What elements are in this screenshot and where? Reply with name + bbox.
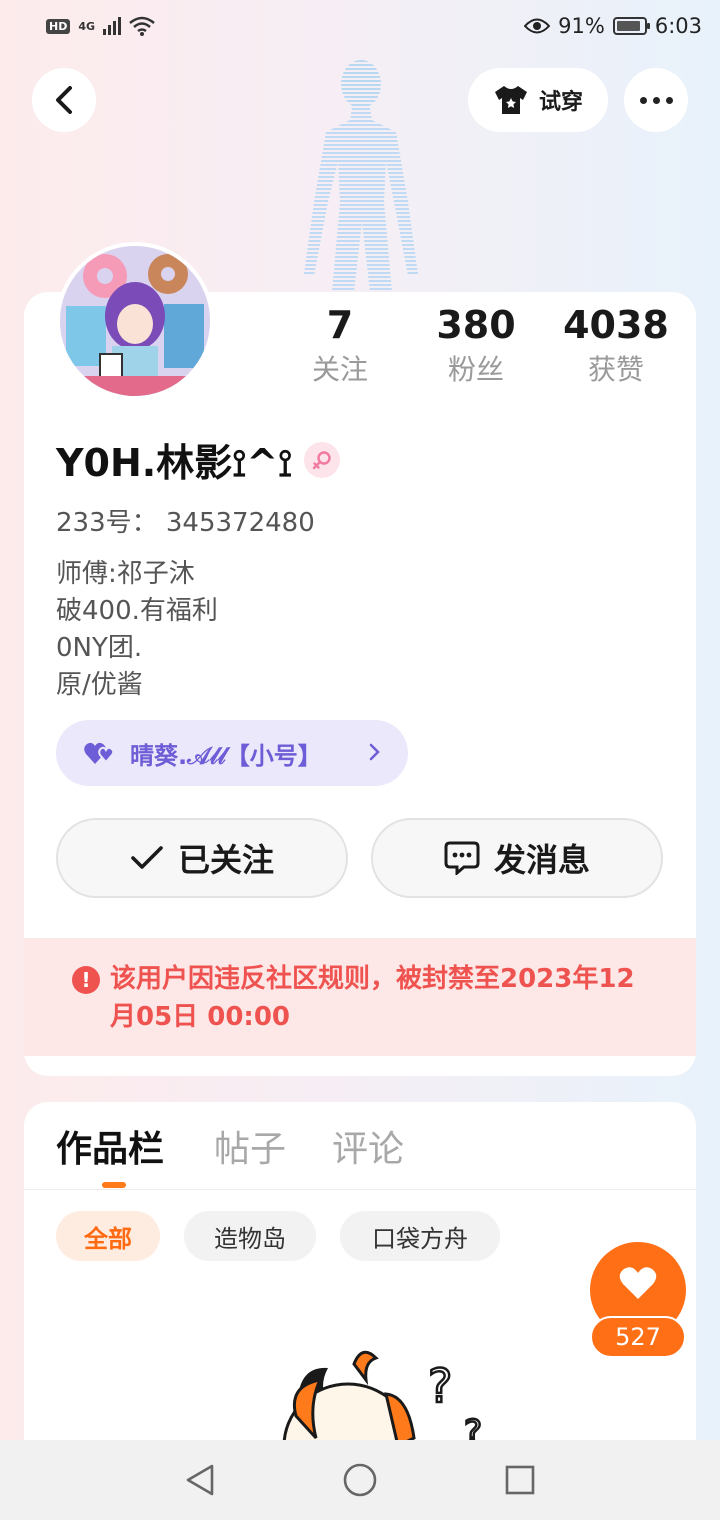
followers-label: 粉丝 (447, 353, 504, 386)
ban-notice: ! 该用户因违反社区规则，被封禁至2023年12月05日 00:00 (24, 938, 696, 1056)
message-label: 发消息 (493, 841, 590, 879)
double-heart-icon (84, 742, 115, 764)
square-recents-icon (505, 1465, 535, 1495)
clock: 6:03 (654, 14, 702, 38)
bio-line: 师傅:祁子沐 (56, 559, 195, 589)
tab-works[interactable]: 作品栏 (56, 1120, 164, 1172)
nav-recents-button[interactable] (500, 1460, 540, 1500)
nav-home-button[interactable] (340, 1460, 380, 1500)
hd-indicator: HD (46, 18, 71, 34)
status-bar: HD 4G 91% 6:03 (0, 0, 720, 58)
network-type: 4G (78, 19, 96, 33)
svg-text:?: ? (428, 1359, 452, 1413)
followed-label: 已关注 (177, 841, 274, 879)
message-button[interactable]: 发消息 (371, 818, 663, 898)
heart-icon (619, 1267, 657, 1299)
tshirt-icon (494, 86, 527, 114)
avatar-3d-figure (300, 52, 422, 294)
try-on-button[interactable]: 试穿 (468, 68, 608, 132)
followed-button[interactable]: 已关注 (56, 818, 348, 898)
bio-line: 原/优酱 (56, 670, 143, 700)
following-label: 关注 (311, 353, 368, 386)
stat-followers[interactable]: 380 粉丝 (426, 300, 526, 390)
warning-icon: ! (72, 966, 100, 994)
likes-count: 4038 (563, 303, 669, 347)
wifi-icon (129, 16, 155, 36)
filter-chip-creation-island[interactable]: 造物岛 (184, 1211, 316, 1261)
tab-comments[interactable]: 评论 (332, 1120, 404, 1172)
following-count: 7 (326, 303, 354, 347)
related-account-label: 晴葵.𝒜𝓁𝓁【小号】 (130, 741, 322, 770)
eye-icon (524, 18, 551, 34)
like-count: 527 (590, 1316, 686, 1358)
back-button[interactable] (32, 68, 96, 132)
chevron-left-icon (56, 86, 72, 114)
battery-icon (612, 17, 650, 35)
filter-chip-pocket-ark[interactable]: 口袋方舟 (340, 1211, 500, 1261)
try-on-label: 试穿 (538, 90, 583, 115)
tab-posts[interactable]: 帖子 (214, 1120, 286, 1172)
checkmark-icon (131, 846, 163, 869)
bio-line: 破400.有福利 (56, 596, 218, 626)
followers-count: 380 (436, 303, 516, 347)
likes-label: 获赞 (587, 353, 644, 386)
avatar[interactable] (56, 242, 214, 400)
ban-notice-text: 该用户因违反社区规则，被封禁至2023年12月05日 00:00 (110, 964, 635, 1032)
battery-percent: 91% (558, 14, 605, 38)
bio: 师傅:祁子沐 破400.有福利 0NY团. 原/优酱 (56, 556, 218, 704)
system-nav-bar (0, 1440, 720, 1520)
circle-home-icon (343, 1463, 377, 1497)
username-row: Y0H.林影⟟^⟟ (56, 432, 341, 487)
empty-state-illustration: ? ? (258, 1346, 518, 1510)
female-icon (304, 441, 341, 478)
related-account-button[interactable]: 晴葵.𝒜𝓁𝓁【小号】 (56, 720, 408, 786)
username: Y0H.林影⟟^⟟ (56, 441, 293, 485)
nav-back-button[interactable] (180, 1460, 220, 1500)
chat-bubble-icon (444, 841, 480, 875)
filter-chip-all[interactable]: 全部 (56, 1211, 160, 1261)
chevron-right-icon (369, 743, 380, 761)
stat-likes: 4038 获赞 (556, 300, 676, 390)
active-tab-indicator (102, 1182, 126, 1188)
more-dots-icon (639, 96, 673, 104)
triangle-back-icon (186, 1464, 214, 1496)
bio-line: 0NY团. (56, 633, 143, 663)
signal-icon (103, 17, 122, 35)
user-id: 233号： 345372480 (56, 508, 315, 538)
divider (24, 1189, 696, 1190)
stat-following[interactable]: 7 关注 (300, 300, 380, 390)
more-button[interactable] (624, 68, 688, 132)
